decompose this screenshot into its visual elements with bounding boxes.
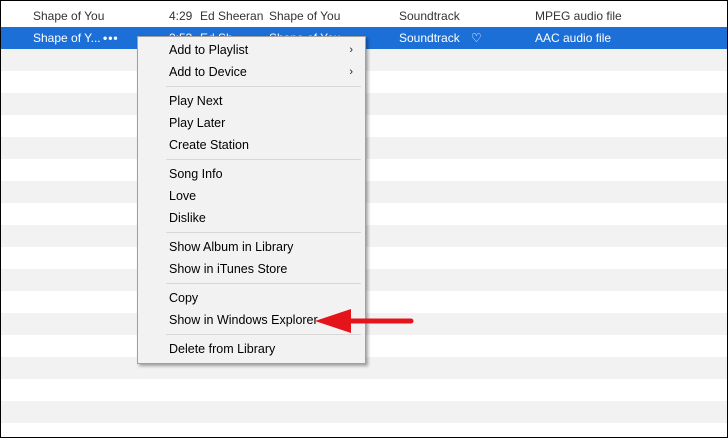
itunes-song-list-window: Shape of You 4:29 Ed Sheeran Shape of Yo…: [0, 0, 728, 438]
love-heart-icon[interactable]: ♡: [471, 27, 485, 49]
empty-row: [1, 379, 727, 401]
song-kind: AAC audio file: [535, 31, 612, 45]
menu-item-play-later[interactable]: Play Later: [138, 112, 365, 134]
menu-item-label: Create Station: [169, 138, 249, 152]
menu-item-label: Show Album in Library: [169, 240, 294, 254]
menu-item-play-next[interactable]: Play Next: [138, 90, 365, 112]
menu-separator: [166, 283, 361, 284]
menu-item-label: Show in Windows Explorer: [169, 313, 318, 327]
menu-separator: [166, 232, 361, 233]
menu-item-song-info[interactable]: Song Info: [138, 163, 365, 185]
menu-item-label: Copy: [169, 291, 199, 305]
chevron-right-icon: ›: [349, 44, 353, 56]
empty-row: [1, 423, 727, 437]
menu-item-dislike[interactable]: Dislike: [138, 207, 365, 229]
menu-item-label: Dislike: [169, 211, 206, 225]
song-name: Shape of You: [33, 9, 105, 23]
menu-item-add-to-device[interactable]: Add to Device ›: [138, 61, 365, 83]
song-artist: Ed Sheeran: [200, 9, 264, 23]
menu-separator: [166, 159, 361, 160]
menu-item-label: Love: [169, 189, 197, 203]
song-genre: Soundtrack: [399, 9, 460, 23]
menu-item-label: Play Later: [169, 116, 226, 130]
menu-item-add-to-playlist[interactable]: Add to Playlist ›: [138, 39, 365, 61]
song-kind: MPEG audio file: [535, 9, 622, 23]
menu-item-label: Delete from Library: [169, 342, 276, 356]
song-time: 4:29: [169, 9, 193, 23]
menu-item-label: Play Next: [169, 94, 223, 108]
menu-item-delete-from-library[interactable]: Delete from Library: [138, 338, 365, 360]
chevron-right-icon: ›: [349, 66, 353, 78]
menu-item-label: Add to Playlist: [169, 43, 249, 57]
menu-item-label: Song Info: [169, 167, 223, 181]
menu-item-label: Show in iTunes Store: [169, 262, 288, 276]
menu-item-love[interactable]: Love: [138, 185, 365, 207]
song-album: Shape of You: [269, 9, 341, 23]
menu-item-create-station[interactable]: Create Station: [138, 134, 365, 156]
more-options-icon[interactable]: •••: [103, 27, 127, 49]
red-annotation-arrow-icon: [315, 309, 414, 333]
menu-item-label: Add to Device: [169, 65, 247, 79]
song-genre: Soundtrack: [399, 31, 460, 45]
menu-item-copy[interactable]: Copy: [138, 287, 365, 309]
menu-item-show-in-itunes-store[interactable]: Show in iTunes Store: [138, 258, 365, 280]
menu-separator: [166, 86, 361, 87]
menu-item-show-album-in-library[interactable]: Show Album in Library: [138, 236, 365, 258]
empty-row: [1, 401, 727, 423]
table-row[interactable]: Shape of You 4:29 Ed Sheeran Shape of Yo…: [1, 5, 727, 27]
